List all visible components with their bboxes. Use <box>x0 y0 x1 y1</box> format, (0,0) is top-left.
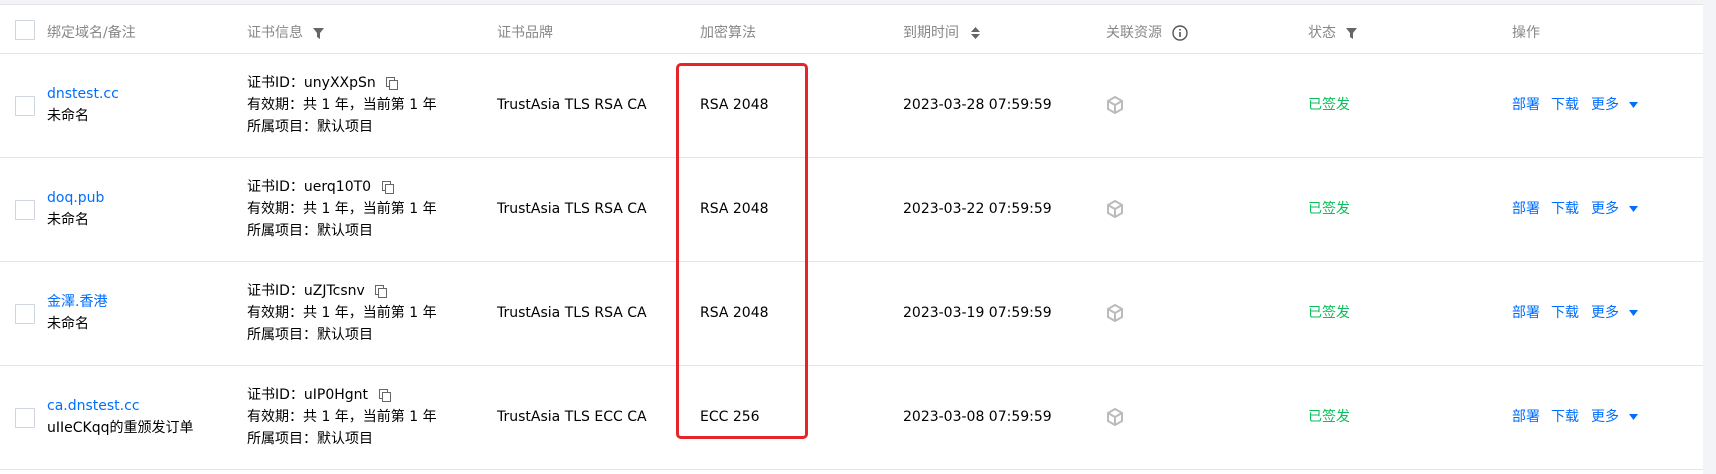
cert-id: 证书ID：uZJTcsnv <box>247 280 388 302</box>
cert-brand: TrustAsia TLS ECC CA <box>497 409 647 425</box>
cert-project: 所属项目：默认项目 <box>247 223 373 239</box>
table-header: 绑定域名/备注 证书信息 证书品牌 加密算法 到期时间 关联资源 状态 操作 <box>0 5 1703 54</box>
cert-validity: 有效期：共 1 年，当前第 1 年 <box>247 97 437 113</box>
column-expiry[interactable]: 到期时间 <box>903 22 981 42</box>
status-badge: 已签发 <box>1308 97 1350 113</box>
algorithm-column-highlight <box>676 63 808 439</box>
deploy-button[interactable]: 部署 <box>1512 406 1540 428</box>
cert-validity: 有效期：共 1 年，当前第 1 年 <box>247 305 437 321</box>
cert-id-text: 证书ID：unyXXpSn <box>247 75 376 91</box>
row-checkbox[interactable] <box>15 408 35 428</box>
domain-link[interactable]: ca.dnstest.cc <box>47 395 140 417</box>
column-brand: 证书品牌 <box>497 25 553 41</box>
sort-icon[interactable] <box>971 27 981 39</box>
cert-project: 所属项目：默认项目 <box>247 327 373 343</box>
column-cert-info[interactable]: 证书信息 <box>247 22 325 42</box>
row-checkbox[interactable] <box>15 96 35 116</box>
domain-note: 未命名 <box>47 316 89 332</box>
domain-note: 未命名 <box>47 212 89 228</box>
cert-validity: 有效期：共 1 年，当前第 1 年 <box>247 409 437 425</box>
cert-brand: TrustAsia TLS RSA CA <box>497 97 647 113</box>
row-checkbox[interactable] <box>15 304 35 324</box>
cert-project: 所属项目：默认项目 <box>247 119 373 135</box>
column-actions: 操作 <box>1512 25 1540 41</box>
select-all-checkbox[interactable] <box>15 20 35 40</box>
more-label: 更多 <box>1591 305 1619 321</box>
more-label: 更多 <box>1591 201 1619 217</box>
column-expiry-label: 到期时间 <box>903 25 959 41</box>
more-button[interactable]: 更多 <box>1591 198 1639 220</box>
caret-down-icon <box>1629 414 1639 420</box>
cert-brand: TrustAsia TLS RSA CA <box>497 305 647 321</box>
column-algorithm: 加密算法 <box>700 25 756 41</box>
cube-icon[interactable] <box>1106 408 1124 426</box>
info-icon[interactable] <box>1172 25 1189 41</box>
cube-icon[interactable] <box>1106 200 1124 218</box>
caret-down-icon <box>1629 102 1639 108</box>
download-button[interactable]: 下载 <box>1551 302 1579 324</box>
table-row: 金澤.香港 未命名 证书ID：uZJTcsnv 有效期：共 1 年，当前第 1 … <box>0 262 1703 366</box>
deploy-button[interactable]: 部署 <box>1512 94 1540 116</box>
table-row: doq.pub 未命名 证书ID：uerq10T0 有效期：共 1 年，当前第 … <box>0 158 1703 262</box>
cert-project: 所属项目：默认项目 <box>247 431 373 447</box>
column-domain: 绑定域名/备注 <box>47 25 136 41</box>
domain-link[interactable]: doq.pub <box>47 187 104 209</box>
caret-down-icon <box>1629 310 1639 316</box>
copy-icon[interactable] <box>375 284 388 298</box>
column-resources-label: 关联资源 <box>1106 25 1162 41</box>
table-row: ca.dnstest.cc uIIeCKqq的重颁发订单 证书ID：uIP0Hg… <box>0 366 1703 470</box>
status-badge: 已签发 <box>1308 409 1350 425</box>
more-button[interactable]: 更多 <box>1591 94 1639 116</box>
more-button[interactable]: 更多 <box>1591 302 1639 324</box>
column-resources: 关联资源 <box>1106 22 1189 42</box>
cube-icon[interactable] <box>1106 304 1124 322</box>
deploy-button[interactable]: 部署 <box>1512 198 1540 220</box>
domain-link[interactable]: 金澤.香港 <box>47 291 107 313</box>
column-status[interactable]: 状态 <box>1308 22 1358 42</box>
cert-id-text: 证书ID：uZJTcsnv <box>247 283 365 299</box>
domain-note: uIIeCKqq的重颁发订单 <box>47 420 194 436</box>
cert-id-text: 证书ID：uerq10T0 <box>247 179 372 195</box>
copy-icon[interactable] <box>381 180 394 194</box>
download-button[interactable]: 下载 <box>1551 94 1579 116</box>
more-label: 更多 <box>1591 97 1619 113</box>
column-cert-info-label: 证书信息 <box>247 25 303 41</box>
cube-icon[interactable] <box>1106 96 1124 114</box>
cert-id: 证书ID：uIP0Hgnt <box>247 384 391 406</box>
filter-icon[interactable] <box>313 27 325 39</box>
filter-icon[interactable] <box>1346 27 1358 39</box>
cert-expiry: 2023-03-28 07:59:59 <box>903 97 1052 113</box>
copy-icon[interactable] <box>386 76 399 90</box>
status-badge: 已签发 <box>1308 201 1350 217</box>
row-checkbox[interactable] <box>15 200 35 220</box>
column-status-label: 状态 <box>1308 25 1336 41</box>
cert-id-text: 证书ID：uIP0Hgnt <box>247 387 369 403</box>
download-button[interactable]: 下载 <box>1551 198 1579 220</box>
cert-id: 证书ID：unyXXpSn <box>247 72 399 94</box>
status-badge: 已签发 <box>1308 305 1350 321</box>
cert-id: 证书ID：uerq10T0 <box>247 176 394 198</box>
cert-validity: 有效期：共 1 年，当前第 1 年 <box>247 201 437 217</box>
deploy-button[interactable]: 部署 <box>1512 302 1540 324</box>
more-label: 更多 <box>1591 409 1619 425</box>
caret-down-icon <box>1629 206 1639 212</box>
more-button[interactable]: 更多 <box>1591 406 1639 428</box>
cert-expiry: 2023-03-22 07:59:59 <box>903 201 1052 217</box>
cert-expiry: 2023-03-19 07:59:59 <box>903 305 1052 321</box>
domain-note: 未命名 <box>47 108 89 124</box>
table-row: dnstest.cc 未命名 证书ID：unyXXpSn 有效期：共 1 年，当… <box>0 54 1703 158</box>
certificate-table: 绑定域名/备注 证书信息 证书品牌 加密算法 到期时间 关联资源 状态 操作 d… <box>0 4 1703 474</box>
cert-brand: TrustAsia TLS RSA CA <box>497 201 647 217</box>
domain-link[interactable]: dnstest.cc <box>47 83 119 105</box>
download-button[interactable]: 下载 <box>1551 406 1579 428</box>
cert-expiry: 2023-03-08 07:59:59 <box>903 409 1052 425</box>
copy-icon[interactable] <box>378 388 391 402</box>
